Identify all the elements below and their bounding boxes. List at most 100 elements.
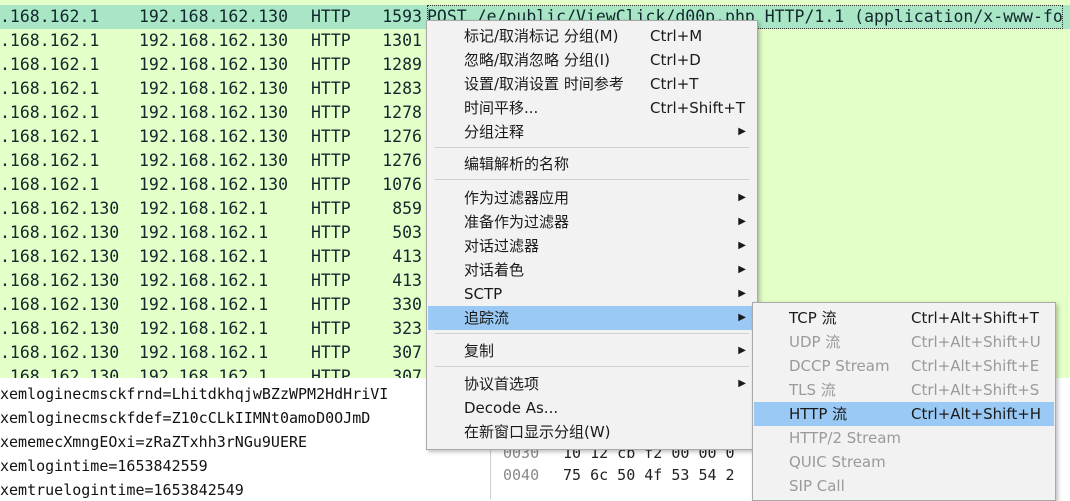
- source-cell: .168.162.130: [0, 223, 120, 242]
- protocol-cell: HTTP: [311, 55, 351, 74]
- source-cell: .168.162.1: [0, 7, 100, 26]
- menu-item-label: 分组注释: [464, 123, 525, 141]
- source-cell: .168.162.130: [0, 343, 120, 362]
- protocol-cell: HTTP: [311, 343, 351, 362]
- source-cell: .168.162.130: [0, 319, 120, 338]
- length-cell: 503: [392, 223, 422, 242]
- destination-cell: 192.168.162.1: [139, 319, 269, 338]
- destination-cell: 192.168.162.1: [139, 199, 269, 218]
- destination-cell: 192.168.162.1: [139, 295, 269, 314]
- menu-item[interactable]: 分组注释 ▶: [428, 120, 756, 144]
- submenu-item-label: TLS 流: [789, 381, 836, 399]
- protocol-cell: HTTP: [311, 151, 351, 170]
- byte-offset: 0040: [503, 466, 540, 484]
- menu-separator: [435, 179, 749, 180]
- submenu-item-shortcut: Ctrl+Alt+Shift+E: [911, 357, 1040, 375]
- menu-item[interactable]: 复制 ▶: [428, 339, 756, 363]
- detail-line[interactable]: xememecXmngEOxi=zRaZTxhh3rNGu9UERE: [0, 430, 307, 454]
- packet-details-pane[interactable]: xemloginecmsckfrnd=LhitdkhqjwBZzWPM2HdHr…: [0, 378, 490, 499]
- chevron-right-icon: ▶: [738, 240, 746, 251]
- menu-item[interactable]: 忽略/取消忽略 分组(I) Ctrl+D: [428, 48, 756, 72]
- length-cell: 1278: [382, 103, 422, 122]
- length-cell: 1076: [382, 175, 422, 194]
- destination-cell: 192.168.162.130: [139, 175, 289, 194]
- menu-item[interactable]: 设置/取消设置 时间参考 Ctrl+T: [428, 72, 756, 96]
- destination-cell: 192.168.162.130: [139, 7, 289, 26]
- submenu-item-shortcut: Ctrl+Alt+Shift+H: [911, 405, 1042, 423]
- destination-cell: 192.168.162.1: [139, 343, 269, 362]
- menu-item-label: 对话过滤器: [464, 237, 540, 255]
- source-cell: .168.162.130: [0, 295, 120, 314]
- destination-cell: 192.168.162.130: [139, 127, 289, 146]
- detail-line[interactable]: xemloginecmsckfdef=Z10cCLkIIMNt0amoD0OJm…: [0, 406, 370, 430]
- submenu-item[interactable]: DCCP Stream Ctrl+Alt+Shift+E: [754, 354, 1054, 378]
- source-cell: .168.162.1: [0, 151, 100, 170]
- menu-item[interactable]: 在新窗口显示分组(W): [428, 420, 756, 444]
- protocol-cell: HTTP: [311, 79, 351, 98]
- menu-item[interactable]: SCTP ▶: [428, 282, 756, 306]
- source-cell: .168.162.1: [0, 127, 100, 146]
- submenu-item[interactable]: TCP 流 Ctrl+Alt+Shift+T: [754, 306, 1054, 330]
- length-cell: 1283: [382, 79, 422, 98]
- submenu-item[interactable]: HTTP/2 Stream: [754, 426, 1054, 450]
- menu-separator: [435, 333, 749, 334]
- submenu-item[interactable]: TLS 流 Ctrl+Alt+Shift+S: [754, 378, 1054, 402]
- menu-separator: [435, 147, 749, 148]
- chevron-right-icon: ▶: [738, 312, 746, 323]
- length-cell: 1276: [382, 127, 422, 146]
- menu-item[interactable]: 对话着色 ▶: [428, 258, 756, 282]
- submenu-item[interactable]: HTTP 流 Ctrl+Alt+Shift+H: [754, 402, 1054, 426]
- submenu-item-shortcut: Ctrl+Alt+Shift+T: [911, 309, 1039, 327]
- destination-cell: 192.168.162.1: [139, 367, 269, 378]
- menu-item[interactable]: 时间平移... Ctrl+Shift+T: [428, 96, 756, 120]
- menu-item-label: 忽略/取消忽略 分组(I): [464, 51, 610, 69]
- menu-item[interactable]: 对话过滤器 ▶: [428, 234, 756, 258]
- destination-cell: 192.168.162.130: [139, 55, 289, 74]
- menu-item[interactable]: 标记/取消标记 分组(M) Ctrl+M: [428, 24, 756, 48]
- submenu-item-shortcut: Ctrl+Alt+Shift+U: [911, 333, 1041, 351]
- menu-item[interactable]: Decode As...: [428, 396, 756, 420]
- menu-item[interactable]: 准备作为过滤器 ▶: [428, 210, 756, 234]
- source-cell: .168.162.1: [0, 175, 100, 194]
- source-cell: .168.162.130: [0, 199, 120, 218]
- menu-item-label: 时间平移...: [464, 99, 539, 117]
- source-cell: .168.162.1: [0, 31, 100, 50]
- chevron-right-icon: ▶: [738, 264, 746, 275]
- length-cell: 1593: [382, 7, 422, 26]
- detail-line[interactable]: xemtruelogintime=1653842549: [0, 478, 244, 499]
- length-cell: 330: [392, 295, 422, 314]
- menu-item[interactable]: 作为过滤器应用 ▶: [428, 186, 756, 210]
- menu-item-label: 协议首选项: [464, 375, 540, 393]
- source-cell: .168.162.130: [0, 271, 120, 290]
- protocol-cell: HTTP: [311, 319, 351, 338]
- detail-line[interactable]: xemlogintime=1653842559: [0, 454, 208, 478]
- submenu-item-label: HTTP/2 Stream: [789, 429, 902, 447]
- length-cell: 307: [392, 367, 422, 378]
- menu-item-label: 设置/取消设置 时间参考: [464, 75, 624, 93]
- destination-cell: 192.168.162.130: [139, 79, 289, 98]
- submenu-item[interactable]: QUIC Stream: [754, 450, 1054, 474]
- length-cell: 1289: [382, 55, 422, 74]
- submenu-item-label: SIP Call: [789, 477, 845, 495]
- menu-item[interactable]: 追踪流 ▶: [428, 306, 756, 330]
- detail-line[interactable]: xemloginecmsckfrnd=LhitdkhqjwBZzWPM2HdHr…: [0, 382, 388, 406]
- follow-stream-submenu[interactable]: TCP 流 Ctrl+Alt+Shift+T UDP 流 Ctrl+Alt+Shift…: [752, 302, 1056, 501]
- submenu-item-label: QUIC Stream: [789, 453, 886, 471]
- menu-item-shortcut: Ctrl+D: [650, 51, 701, 69]
- menu-item[interactable]: 协议首选项 ▶: [428, 372, 756, 396]
- submenu-item[interactable]: SIP Call: [754, 474, 1054, 498]
- destination-cell: 192.168.162.130: [139, 151, 289, 170]
- source-cell: .168.162.1: [0, 55, 100, 74]
- protocol-cell: HTTP: [311, 31, 351, 50]
- menu-item-shortcut: Ctrl+T: [650, 75, 699, 93]
- menu-item[interactable]: 编辑解析的名称: [428, 152, 756, 176]
- length-cell: 1276: [382, 151, 422, 170]
- protocol-cell: HTTP: [311, 295, 351, 314]
- submenu-item[interactable]: UDP 流 Ctrl+Alt+Shift+U: [754, 330, 1054, 354]
- context-menu[interactable]: 标记/取消标记 分组(M) Ctrl+M 忽略/取消忽略 分组(I) Ctrl+D 设置…: [426, 20, 758, 450]
- protocol-cell: HTTP: [311, 175, 351, 194]
- protocol-cell: HTTP: [311, 199, 351, 218]
- length-cell: 413: [392, 247, 422, 266]
- submenu-item-label: DCCP Stream: [789, 357, 890, 375]
- menu-item-label: 在新窗口显示分组(W): [464, 423, 611, 441]
